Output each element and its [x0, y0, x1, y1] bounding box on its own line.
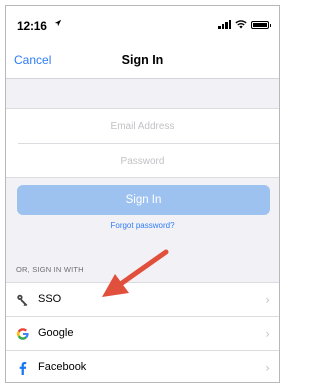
status-icons — [218, 20, 271, 29]
status-time: 12:16 — [17, 19, 47, 33]
chevron-right-icon: › — [265, 293, 270, 307]
facebook-row[interactable]: Facebook › — [6, 351, 279, 382]
page-title: Sign In — [121, 53, 164, 67]
nav-bar: Cancel Sign In — [6, 42, 279, 79]
facebook-label: Facebook — [38, 361, 87, 373]
battery-icon — [251, 21, 271, 29]
password-field-container — [6, 144, 279, 178]
status-bar: 12:16 — [6, 6, 279, 42]
google-icon — [15, 326, 31, 342]
phone-screen: 12:16 Cancel Sign In Sign In Forg — [5, 5, 280, 383]
credentials-form — [6, 108, 279, 178]
sso-row[interactable]: SSO › — [6, 283, 279, 317]
sso-label: SSO — [38, 293, 62, 305]
google-label: Google — [38, 327, 74, 339]
forgot-password-link[interactable]: Forgot password? — [6, 221, 279, 230]
password-field[interactable] — [6, 144, 279, 178]
alt-signin-header: OR, SIGN IN WITH — [16, 265, 84, 274]
email-field-container — [6, 109, 279, 143]
chevron-right-icon: › — [265, 327, 270, 341]
facebook-icon — [15, 360, 31, 376]
email-field[interactable] — [6, 109, 279, 143]
key-icon — [15, 292, 31, 308]
chevron-right-icon: › — [265, 361, 270, 375]
location-arrow-icon — [54, 19, 62, 30]
alt-signin-list: SSO › Google › Facebook › — [6, 282, 279, 382]
sign-in-button[interactable]: Sign In — [17, 185, 270, 215]
wifi-icon — [235, 20, 247, 29]
cellular-signal-icon — [218, 20, 231, 29]
google-row[interactable]: Google › — [6, 317, 279, 351]
